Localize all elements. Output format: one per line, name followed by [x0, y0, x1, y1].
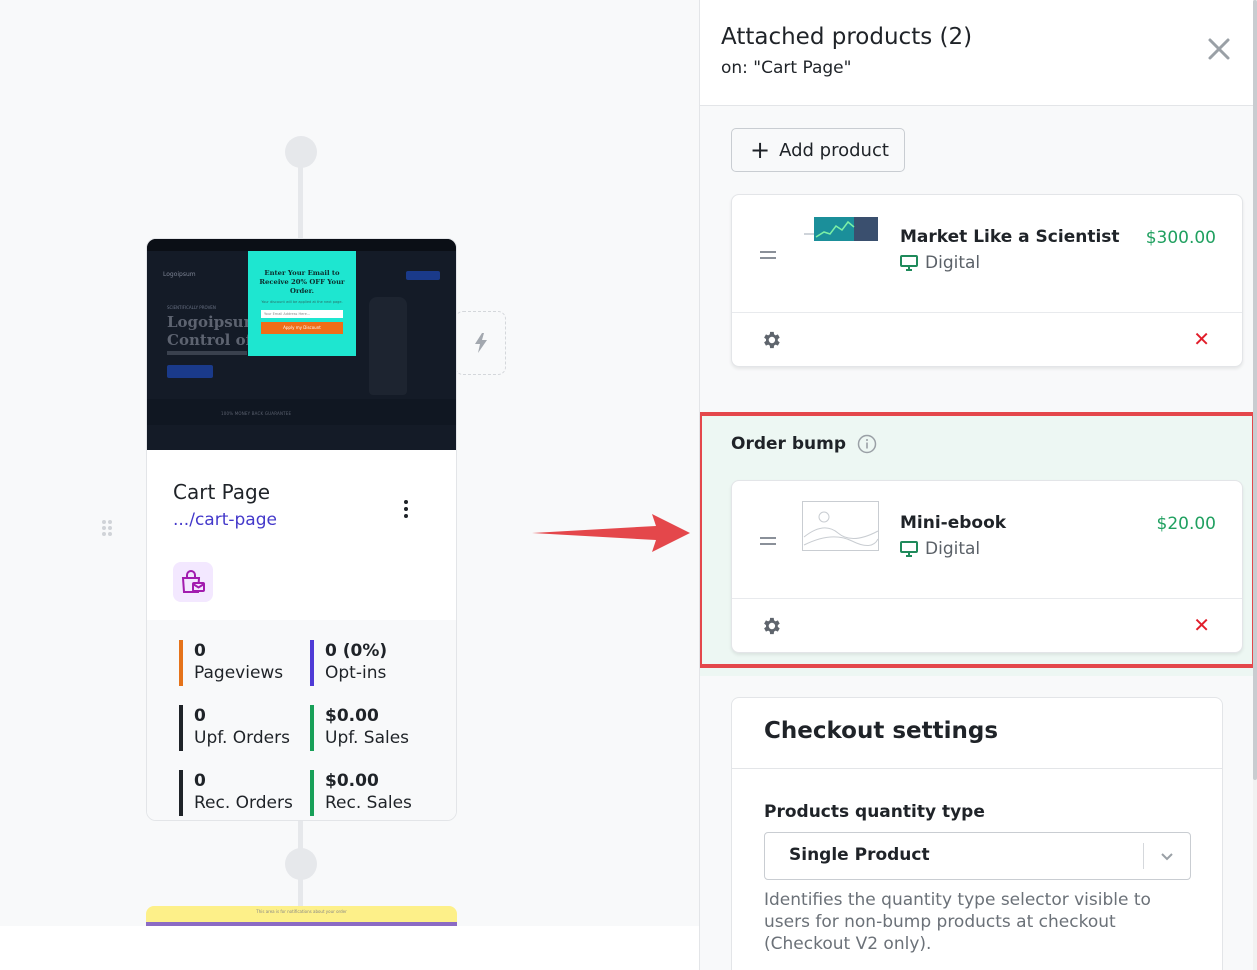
stat-value: $0.00	[325, 771, 379, 791]
stat-value: 0	[194, 771, 206, 791]
remove-product-icon[interactable]: ✕	[1193, 615, 1210, 635]
thumbnail-band	[147, 399, 456, 425]
shopping-bag-icon	[173, 562, 213, 602]
add-action-slot[interactable]	[455, 311, 506, 375]
order-bump-title: Order bump	[731, 434, 846, 454]
quantity-type-select[interactable]: Single Product	[764, 832, 1191, 880]
annotation-arrow-icon	[532, 514, 690, 552]
next-step-preview-text: This area is for notifications about you…	[256, 909, 347, 914]
stat-optins: 0 (0%) Opt-ins	[310, 640, 440, 686]
quantity-type-label: Products quantity type	[764, 802, 985, 822]
step-card-body: Cart Page .../cart-page	[147, 450, 456, 620]
order-bump-section: Order bump Mini-ebook Digital $20.00 ✕	[700, 412, 1256, 676]
stat-value: 0 (0%)	[325, 641, 388, 661]
stat-rec-orders: 0 Rec. Orders	[179, 770, 310, 816]
thumbnail-hero-sub	[167, 351, 247, 355]
stat-label: Rec. Orders	[194, 793, 293, 813]
more-options-icon[interactable]	[396, 498, 416, 520]
stat-value: 0	[194, 706, 206, 726]
popup-input: Your Email Address Here...	[261, 310, 343, 318]
stat-label: Pageviews	[194, 663, 284, 683]
lightning-icon	[474, 333, 487, 353]
add-product-label: Add product	[779, 139, 889, 161]
add-product-button[interactable]: + Add product	[731, 128, 905, 172]
product-type: Digital	[900, 539, 980, 559]
product-card: Market Like a Scientist Digital $300.00 …	[731, 194, 1243, 367]
connector-node[interactable]	[285, 848, 317, 880]
thumbnail-hero-line1: Logoipsum	[167, 313, 260, 331]
product-type: Digital	[900, 253, 980, 273]
checkout-settings-title: Checkout settings	[732, 698, 1222, 769]
stat-label: Upf. Sales	[325, 728, 410, 748]
thumbnail-logo: Logoipsum	[163, 271, 196, 278]
thumbnail-hero-tag: SCIENTIFICALLY PROVEN	[167, 305, 216, 310]
thumbnail-hero-button	[167, 365, 213, 378]
thumbnail-band-text: 100% MONEY BACK GUARANTEE	[221, 411, 292, 416]
scrollbar-thumb[interactable]	[1253, 0, 1257, 780]
step-stats: 0 Pageviews 0 (0%) Opt-ins 0 Upf. Orders…	[147, 620, 456, 820]
attached-products-panel: Attached products (2) on: "Cart Page" + …	[699, 0, 1257, 970]
panel-subtitle: on: "Cart Page"	[721, 58, 852, 78]
panel-title: Attached products (2)	[721, 24, 973, 50]
checkout-settings-card: Checkout settings Products quantity type…	[731, 697, 1223, 970]
stat-pageviews: 0 Pageviews	[179, 640, 310, 686]
next-step-card[interactable]: This area is for notifications about you…	[146, 906, 457, 926]
stat-label: Upf. Orders	[194, 728, 290, 748]
connector-node[interactable]	[285, 136, 317, 168]
order-bump-label: Order bump	[731, 434, 877, 454]
stat-value: 0	[194, 641, 206, 661]
stat-upf-sales: $0.00 Upf. Sales	[310, 705, 440, 751]
image-placeholder-icon	[802, 501, 879, 551]
product-type-label: Digital	[925, 539, 981, 559]
info-icon[interactable]	[857, 434, 877, 454]
product-image	[804, 217, 878, 241]
product-row: Mini-ebook Digital $20.00	[732, 481, 1242, 599]
canvas-footer	[0, 926, 700, 970]
funnel-canvas[interactable]: Logoipsum SCIENTIFICALLY PROVEN Logoipsu…	[0, 0, 700, 970]
product-name: Mini-ebook	[900, 513, 1007, 533]
plus-icon: +	[750, 136, 771, 164]
remove-product-icon[interactable]: ✕	[1193, 329, 1210, 349]
monitor-icon	[900, 255, 918, 271]
thumbnail-nav	[147, 239, 456, 251]
gear-icon[interactable]	[760, 615, 782, 637]
quantity-type-value: Single Product	[789, 845, 930, 865]
gear-icon[interactable]	[760, 329, 782, 351]
step-card-cart-page[interactable]: Logoipsum SCIENTIFICALLY PROVEN Logoipsu…	[146, 238, 457, 821]
step-title: Cart Page	[173, 480, 271, 504]
drag-handle-icon[interactable]	[760, 251, 776, 263]
thumbnail-hero-line2: Control of	[167, 331, 253, 349]
thumbnail-product-image	[369, 297, 407, 395]
popup-button: Apply my Discount	[261, 322, 343, 334]
product-card: Mini-ebook Digital $20.00 ✕	[731, 480, 1243, 653]
step-url-link[interactable]: .../cart-page	[173, 510, 430, 530]
product-type-label: Digital	[925, 253, 981, 273]
stat-rec-sales: $0.00 Rec. Sales	[310, 770, 440, 816]
select-divider	[1143, 843, 1144, 869]
stat-value: $0.00	[325, 706, 379, 726]
stat-label: Opt-ins	[325, 663, 387, 683]
product-name: Market Like a Scientist	[900, 227, 1120, 247]
product-price: $20.00	[1156, 514, 1216, 534]
popup-heading: Enter Your Email to Receive 20% OFF Your…	[259, 269, 345, 295]
drag-handle-icon[interactable]	[101, 519, 113, 541]
monitor-icon	[900, 541, 918, 557]
quantity-type-help: Identifies the quantity type selector vi…	[764, 890, 1151, 954]
thumbnail-nav-button	[406, 271, 440, 280]
popup-subtext: Your discount will be applied at the nex…	[261, 300, 343, 304]
stat-upf-orders: 0 Upf. Orders	[179, 705, 310, 751]
drag-handle-icon[interactable]	[760, 537, 776, 549]
thumbnail-popup: Enter Your Email to Receive 20% OFF Your…	[248, 251, 356, 356]
panel-header: Attached products (2) on: "Cart Page"	[700, 0, 1254, 106]
close-icon[interactable]	[1206, 36, 1232, 62]
page-thumbnail[interactable]: Logoipsum SCIENTIFICALLY PROVEN Logoipsu…	[147, 239, 456, 450]
stat-label: Rec. Sales	[325, 793, 412, 813]
product-price: $300.00	[1145, 228, 1216, 248]
product-row: Market Like a Scientist Digital $300.00	[732, 195, 1242, 313]
chevron-down-icon	[1161, 853, 1173, 861]
